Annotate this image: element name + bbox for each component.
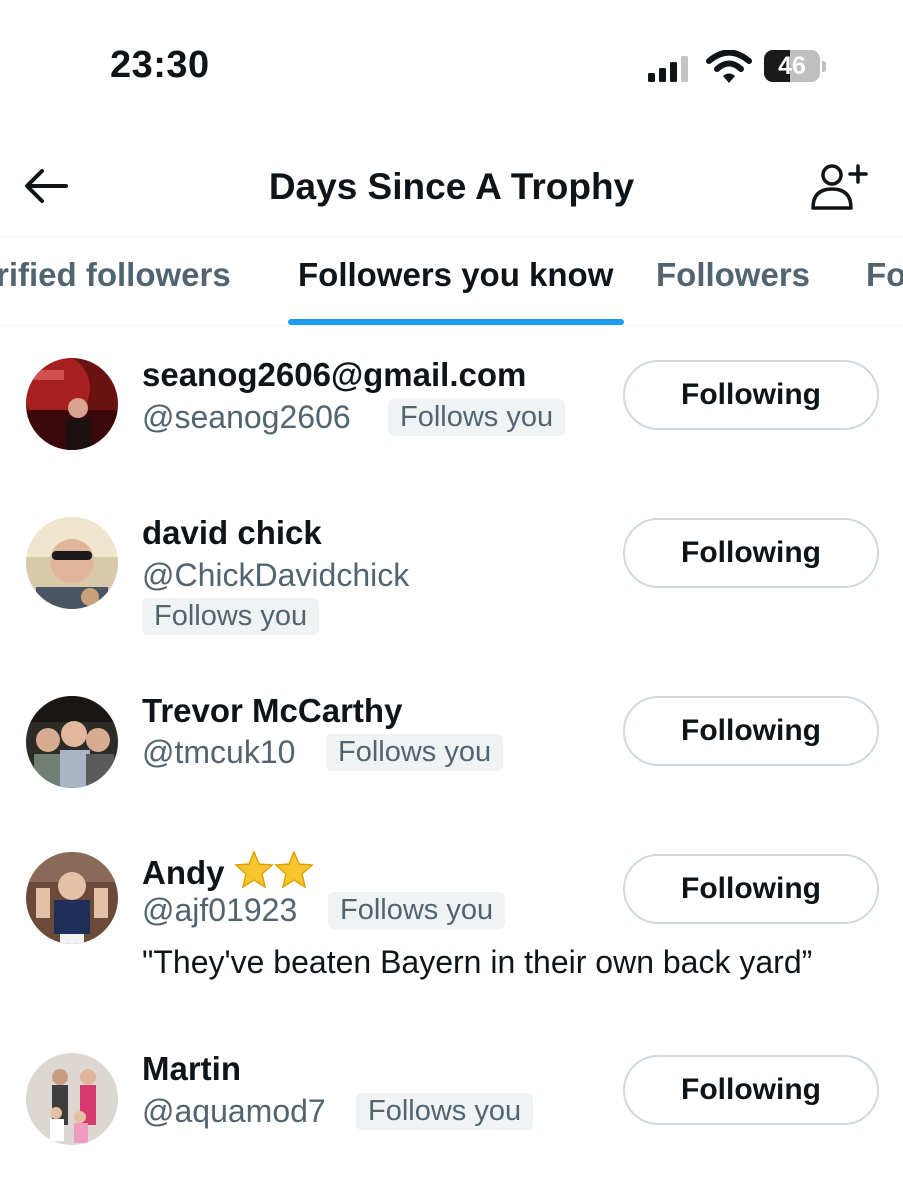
user-name-text: Andy [142, 854, 225, 891]
tab-following[interactable]: Fo [866, 256, 903, 294]
follows-you-badge: Follows you [326, 734, 504, 771]
user-name[interactable]: Martin [142, 1050, 241, 1088]
user-handle[interactable]: @aquamod7 [142, 1093, 326, 1130]
user-name[interactable]: Andy [142, 850, 314, 892]
following-button[interactable]: Following [623, 518, 879, 588]
tab-followers[interactable]: Followers [656, 256, 810, 294]
wifi-icon [706, 50, 752, 83]
follows-you-badge: Follows you [356, 1093, 534, 1130]
user-handle[interactable]: @ChickDavidchick [142, 557, 409, 594]
battery-icon: 46 [764, 50, 826, 84]
battery-level: 46 [778, 52, 806, 80]
arrow-left-icon[interactable] [22, 166, 70, 206]
tabs-divider [0, 325, 903, 326]
user-handle[interactable]: @ajf01923 [142, 892, 297, 929]
follows-you-badge: Follows you [388, 399, 566, 436]
star-icon [233, 850, 274, 889]
user-name[interactable]: Trevor McCarthy [142, 692, 402, 730]
status-time: 23:30 [110, 44, 210, 86]
avatar[interactable] [26, 517, 118, 609]
following-button[interactable]: Following [623, 696, 879, 766]
page-title: Days Since A Trophy [268, 166, 635, 207]
cellular-signal-icon [648, 56, 688, 82]
avatar[interactable] [26, 358, 118, 450]
add-user-icon[interactable] [808, 162, 870, 212]
user-handle[interactable]: @seanog2606 [142, 399, 351, 436]
avatar[interactable] [26, 696, 118, 788]
star-icon [273, 850, 314, 889]
follows-you-badge: Follows you [142, 598, 320, 635]
following-button[interactable]: Following [623, 854, 879, 924]
following-button[interactable]: Following [623, 1055, 879, 1125]
tab-verified-followers[interactable]: rified followers [0, 256, 231, 294]
user-handle[interactable]: @tmcuk10 [142, 734, 295, 771]
follows-you-badge: Follows you [328, 892, 506, 929]
avatar[interactable] [26, 852, 118, 944]
user-name[interactable]: seanog2606@gmail.com [142, 356, 526, 394]
user-name[interactable]: david chick [142, 514, 322, 552]
header-divider [0, 236, 903, 237]
following-button[interactable]: Following [623, 360, 879, 430]
user-bio: "They've beaten Bayern in their own back… [142, 944, 813, 980]
tab-followers-you-know[interactable]: Followers you know [298, 256, 613, 294]
avatar[interactable] [26, 1053, 118, 1145]
